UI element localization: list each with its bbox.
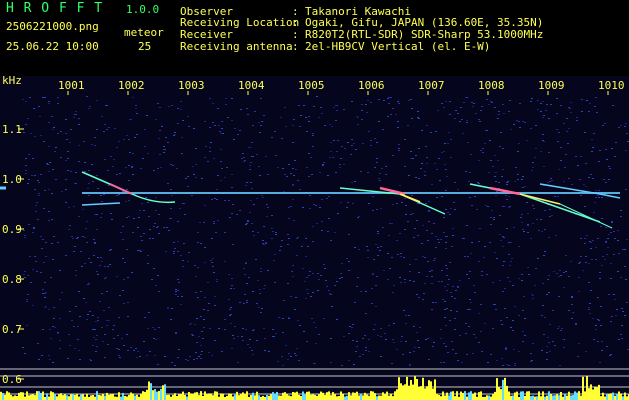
meteor-label: meteor bbox=[124, 26, 164, 39]
time-tick-label: 1004 bbox=[238, 79, 265, 92]
meteor-count: 25 bbox=[138, 40, 152, 53]
time-tick-label: 1010 bbox=[598, 79, 625, 92]
time-tick-label: 1002 bbox=[118, 79, 145, 92]
file-name: 2506221000.png bbox=[6, 20, 99, 33]
app-version: 1.0.0 bbox=[126, 3, 160, 16]
spectrogram-plot: kHz 1001 1002 1003 1004 1005 1006 1007 1… bbox=[0, 76, 629, 400]
time-tick-label: 1001 bbox=[58, 79, 85, 92]
spectrogram-background bbox=[0, 76, 629, 400]
file-timestamp: 25.06.22 10:00 bbox=[6, 40, 99, 53]
spectrogram-panel: kHz 1001 1002 1003 1004 1005 1006 1007 1… bbox=[0, 76, 629, 400]
info-sep-antenna: : bbox=[292, 40, 299, 53]
y-axis-unit: kHz bbox=[2, 76, 22, 87]
time-tick-label: 1003 bbox=[178, 79, 205, 92]
time-tick-label: 1005 bbox=[298, 79, 325, 92]
time-tick-label: 1007 bbox=[418, 79, 445, 92]
info-value-antenna: 2el-HB9CV Vertical (el. E-W) bbox=[305, 40, 491, 53]
info-label-antenna: Receiving antenna bbox=[180, 40, 293, 53]
time-tick-label: 1009 bbox=[538, 79, 565, 92]
time-tick-label: 1008 bbox=[478, 79, 505, 92]
app-title: H R O F F T bbox=[6, 1, 104, 16]
time-tick-label: 1006 bbox=[358, 79, 385, 92]
header-panel: H R O F F T 1.0.0 2506221000.png meteor … bbox=[0, 0, 629, 76]
